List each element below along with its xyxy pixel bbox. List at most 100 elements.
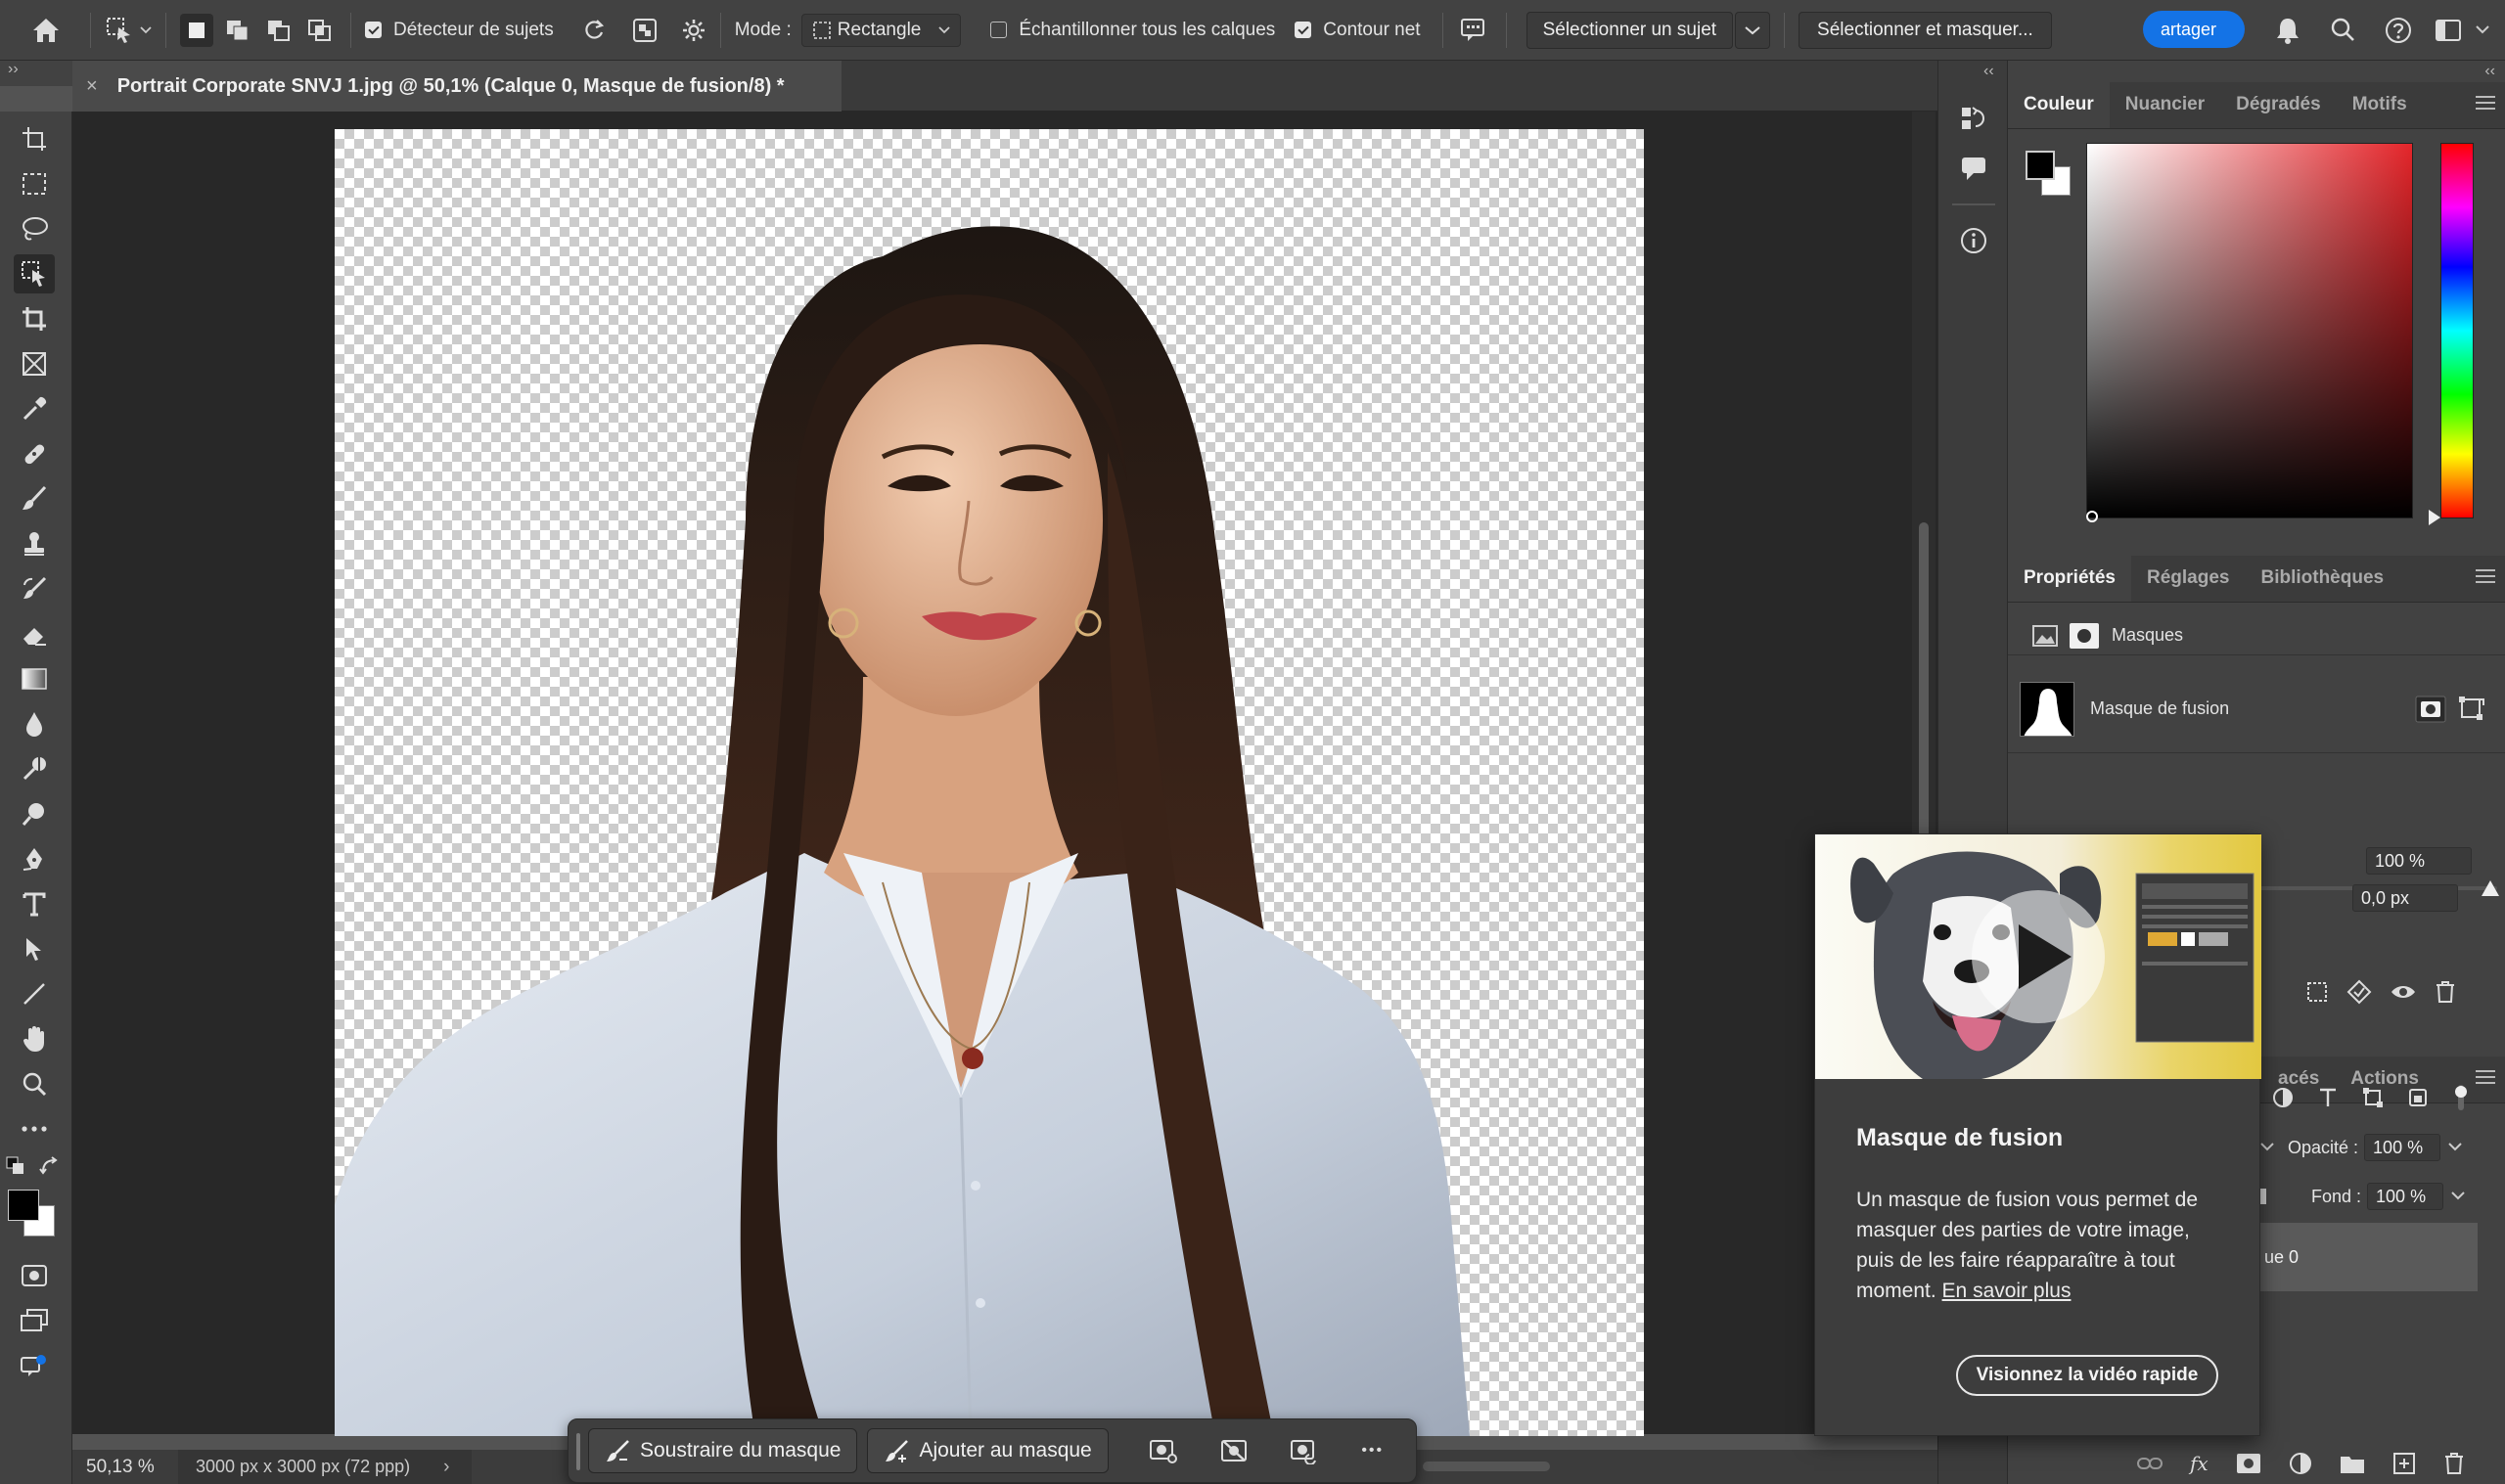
notifications-button[interactable]	[2274, 16, 2301, 45]
panel-menu-icon[interactable]	[2476, 569, 2495, 585]
close-icon[interactable]: ×	[86, 75, 98, 98]
subtract-selection-button[interactable]	[262, 14, 296, 47]
hue-slider-handle[interactable]	[2429, 510, 2440, 525]
sponge-tool[interactable]	[14, 794, 55, 833]
lasso-tool[interactable]	[14, 209, 55, 248]
fx-icon[interactable]: fx	[2190, 1452, 2209, 1475]
zoom-level[interactable]: 50,13 %	[72, 1457, 178, 1478]
document-tab[interactable]: × Portrait Corporate SNVJ 1.jpg @ 50,1% …	[72, 61, 842, 112]
blur-tool[interactable]	[14, 704, 55, 743]
smart-object-filter-icon[interactable]	[2407, 1087, 2429, 1108]
subject-detector-checkbox[interactable]	[365, 22, 382, 38]
pixel-mask-icon[interactable]	[2031, 624, 2059, 648]
color-field-cursor[interactable]	[2086, 511, 2098, 522]
path-selection-tool[interactable]	[14, 929, 55, 968]
density-field[interactable]: 100 %	[2366, 847, 2472, 875]
share-button[interactable]: artager	[2143, 11, 2245, 48]
brush-tool[interactable]	[14, 479, 55, 518]
select-subject-button[interactable]: Sélectionner un sujet	[1526, 11, 1734, 49]
mode-select[interactable]: Rectangle	[800, 13, 962, 47]
adjustment-layer-icon[interactable]	[2289, 1452, 2312, 1475]
new-selection-button[interactable]	[180, 13, 213, 47]
select-subject-dropdown[interactable]	[1735, 11, 1771, 49]
invert-mask-button[interactable]	[1281, 1428, 1328, 1473]
hard-edge-checkbox[interactable]	[1295, 22, 1312, 38]
history-brush-tool[interactable]	[14, 569, 55, 608]
healing-brush-tool[interactable]	[14, 434, 55, 473]
disable-mask-button[interactable]	[1210, 1428, 1257, 1473]
hand-tool[interactable]	[14, 1019, 55, 1058]
add-to-mask-button[interactable]: Ajouter au masque	[867, 1428, 1109, 1473]
subject-detector-toggle[interactable]: Détecteur de sujets	[365, 0, 554, 61]
swap-colors-button[interactable]	[39, 1156, 61, 1176]
document-size-info[interactable]: 3000 px x 3000 px (72 ppp) ›	[178, 1450, 472, 1484]
sample-all-layers-checkbox[interactable]	[990, 22, 1008, 38]
foreground-color-swatch[interactable]	[8, 1190, 39, 1221]
tab-color[interactable]: Couleur	[2008, 81, 2110, 128]
watch-quick-video-button[interactable]: Visionnez la vidéo rapide	[1956, 1355, 2218, 1396]
eye-icon[interactable]	[2390, 982, 2417, 1002]
panel-foreground-swatch[interactable]	[2026, 151, 2055, 180]
gradient-tool[interactable]	[14, 659, 55, 698]
frame-tool[interactable]	[14, 344, 55, 383]
opacity-field[interactable]: 100 %	[2364, 1134, 2441, 1161]
clone-stamp-tool[interactable]	[14, 524, 55, 563]
chevron-down-icon[interactable]	[2451, 1192, 2465, 1201]
tab-libraries[interactable]: Bibliothèques	[2245, 555, 2399, 602]
link-icon[interactable]	[2137, 1457, 2163, 1470]
density-slider-handle[interactable]	[2482, 880, 2499, 896]
more-options-button[interactable]: •••	[1349, 1428, 1396, 1473]
tutorial-video-thumbnail[interactable]	[1815, 834, 2261, 1079]
help-button[interactable]	[2384, 16, 2413, 45]
feedback-button[interactable]	[1459, 0, 1488, 61]
refresh-button[interactable]	[581, 0, 607, 61]
feather-field[interactable]: 0,0 px	[2352, 884, 2458, 912]
panel-menu-icon[interactable]	[2476, 96, 2495, 112]
dodge-tool[interactable]	[14, 749, 55, 788]
sample-all-layers-toggle[interactable]: Échantillonner tous les calques	[990, 0, 1275, 61]
apply-vector-mask-icon[interactable]	[2458, 696, 2485, 723]
select-mask-button[interactable]	[2415, 696, 2446, 723]
workspace-menu-button[interactable]	[2476, 25, 2489, 35]
type-filter-icon[interactable]	[2317, 1087, 2339, 1108]
trash-icon[interactable]	[2443, 1452, 2465, 1475]
line-tool[interactable]	[14, 974, 55, 1013]
add-selection-button[interactable]	[221, 14, 254, 47]
screen-mode-button[interactable]	[14, 1301, 55, 1340]
crop-tool[interactable]	[14, 299, 55, 338]
marquee-tool[interactable]	[14, 164, 55, 203]
settings-button[interactable]	[681, 0, 706, 61]
toolbar-collapse-toggle[interactable]: ››	[0, 61, 72, 86]
folder-icon[interactable]	[2340, 1453, 2365, 1474]
eyedropper-tool[interactable]	[14, 389, 55, 428]
trash-icon[interactable]	[2435, 980, 2456, 1004]
hue-slider[interactable]	[2440, 143, 2474, 518]
tool-preset-picker[interactable]	[105, 0, 152, 61]
lock-all-icon[interactable]	[2260, 1187, 2268, 1206]
object-finder-overlay-button[interactable]	[632, 0, 658, 61]
apply-mask-icon[interactable]	[2346, 979, 2372, 1005]
comments-panel-button[interactable]	[1952, 149, 1995, 188]
shape-filter-icon[interactable]	[2362, 1087, 2384, 1108]
mask-thumbnail[interactable]	[2020, 681, 2074, 737]
fill-field[interactable]: 100 %	[2367, 1183, 2444, 1210]
pen-tool[interactable]	[14, 839, 55, 878]
chevron-down-icon[interactable]	[2260, 1143, 2274, 1152]
add-mask-icon[interactable]	[2236, 1453, 2261, 1474]
artboard-tool[interactable]	[14, 119, 55, 158]
type-tool[interactable]	[14, 884, 55, 923]
history-panel-button[interactable]	[1952, 100, 1995, 139]
share-review-button[interactable]	[14, 1346, 55, 1385]
home-button[interactable]	[31, 0, 61, 61]
tab-swatches[interactable]: Nuancier	[2110, 81, 2220, 128]
learn-more-link[interactable]: En savoir plus	[1942, 1280, 2072, 1302]
eraser-tool[interactable]	[14, 614, 55, 653]
task-bar-drag-handle[interactable]	[576, 1433, 580, 1470]
layer-row-selected[interactable]: ue 0	[2260, 1223, 2478, 1291]
horizontal-scroll-thumb[interactable]	[1423, 1462, 1550, 1471]
tab-properties[interactable]: Propriétés	[2008, 555, 2131, 602]
chevron-down-icon[interactable]	[2448, 1143, 2462, 1152]
edit-toolbar-button[interactable]	[14, 1109, 55, 1148]
adjustment-filter-icon[interactable]	[2272, 1087, 2294, 1108]
new-layer-icon[interactable]	[2392, 1452, 2416, 1475]
